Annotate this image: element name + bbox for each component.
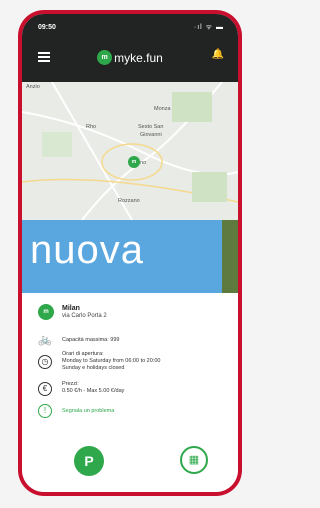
qr-scan-button[interactable]: ▦ bbox=[180, 446, 208, 474]
status-icons: ·ıl ᯤ ▬ bbox=[193, 24, 224, 31]
euro-icon: € bbox=[38, 382, 52, 396]
brand-logo-icon: m bbox=[97, 50, 113, 66]
banner-photo bbox=[222, 220, 238, 293]
report-problem-link[interactable]: Segnala un problema bbox=[62, 408, 114, 415]
map[interactable]: Anzio Monza Rho Sesto San Giovanni Milan… bbox=[22, 82, 238, 220]
screen: 09:50 ·ıl ᯤ ▬ m myke.fun 🔔 Anzio Monza R… bbox=[22, 14, 238, 492]
station-address: via Carlo Porta 2 bbox=[62, 313, 107, 319]
map-label-monza: Monza bbox=[154, 106, 171, 112]
station-logo-icon: m bbox=[38, 304, 54, 320]
hours-closed: Sunday e holidays closed bbox=[62, 365, 125, 371]
app-header: 09:50 ·ıl ᯤ ▬ m myke.fun 🔔 bbox=[22, 14, 238, 82]
park-button[interactable]: P bbox=[74, 446, 104, 476]
brand-name: myke.fun bbox=[114, 50, 163, 65]
station-name: Milan bbox=[62, 305, 80, 312]
map-label-giovanni: Giovanni bbox=[140, 132, 162, 138]
map-label-rho: Rho bbox=[86, 124, 97, 130]
banner-text: nuova bbox=[30, 228, 144, 272]
phone-frame: 09:50 ·ıl ᯤ ▬ m myke.fun 🔔 Anzio Monza R… bbox=[18, 10, 242, 496]
hours-weekdays: Monday to Saturday from 06:00 to 20:00 bbox=[62, 358, 161, 364]
promo-banner[interactable]: nuova bbox=[22, 220, 238, 293]
alert-icon[interactable]: ! bbox=[38, 404, 52, 418]
hours-title: Orari di apertura: bbox=[62, 351, 104, 357]
price-value: 0.50 €/h - Max 5.00 €/day bbox=[62, 388, 125, 394]
map-pin-icon[interactable]: m bbox=[128, 156, 140, 168]
map-label-sesto: Sesto San bbox=[138, 124, 164, 130]
brand: m myke.fun bbox=[22, 50, 238, 66]
clock-icon: ◷ bbox=[38, 355, 52, 369]
map-label-rozzano: Rozzano bbox=[118, 198, 140, 204]
action-bar: P ▦ bbox=[22, 440, 238, 492]
bike-icon: 🚲 bbox=[38, 334, 52, 346]
price-title: Prezzi: bbox=[62, 381, 79, 387]
map-label-anzio: Anzio bbox=[26, 84, 40, 90]
status-time: 09:50 bbox=[38, 24, 56, 31]
capacity-text: Capacità massima: 999 bbox=[62, 337, 120, 343]
bell-icon[interactable]: 🔔 bbox=[212, 49, 224, 60]
